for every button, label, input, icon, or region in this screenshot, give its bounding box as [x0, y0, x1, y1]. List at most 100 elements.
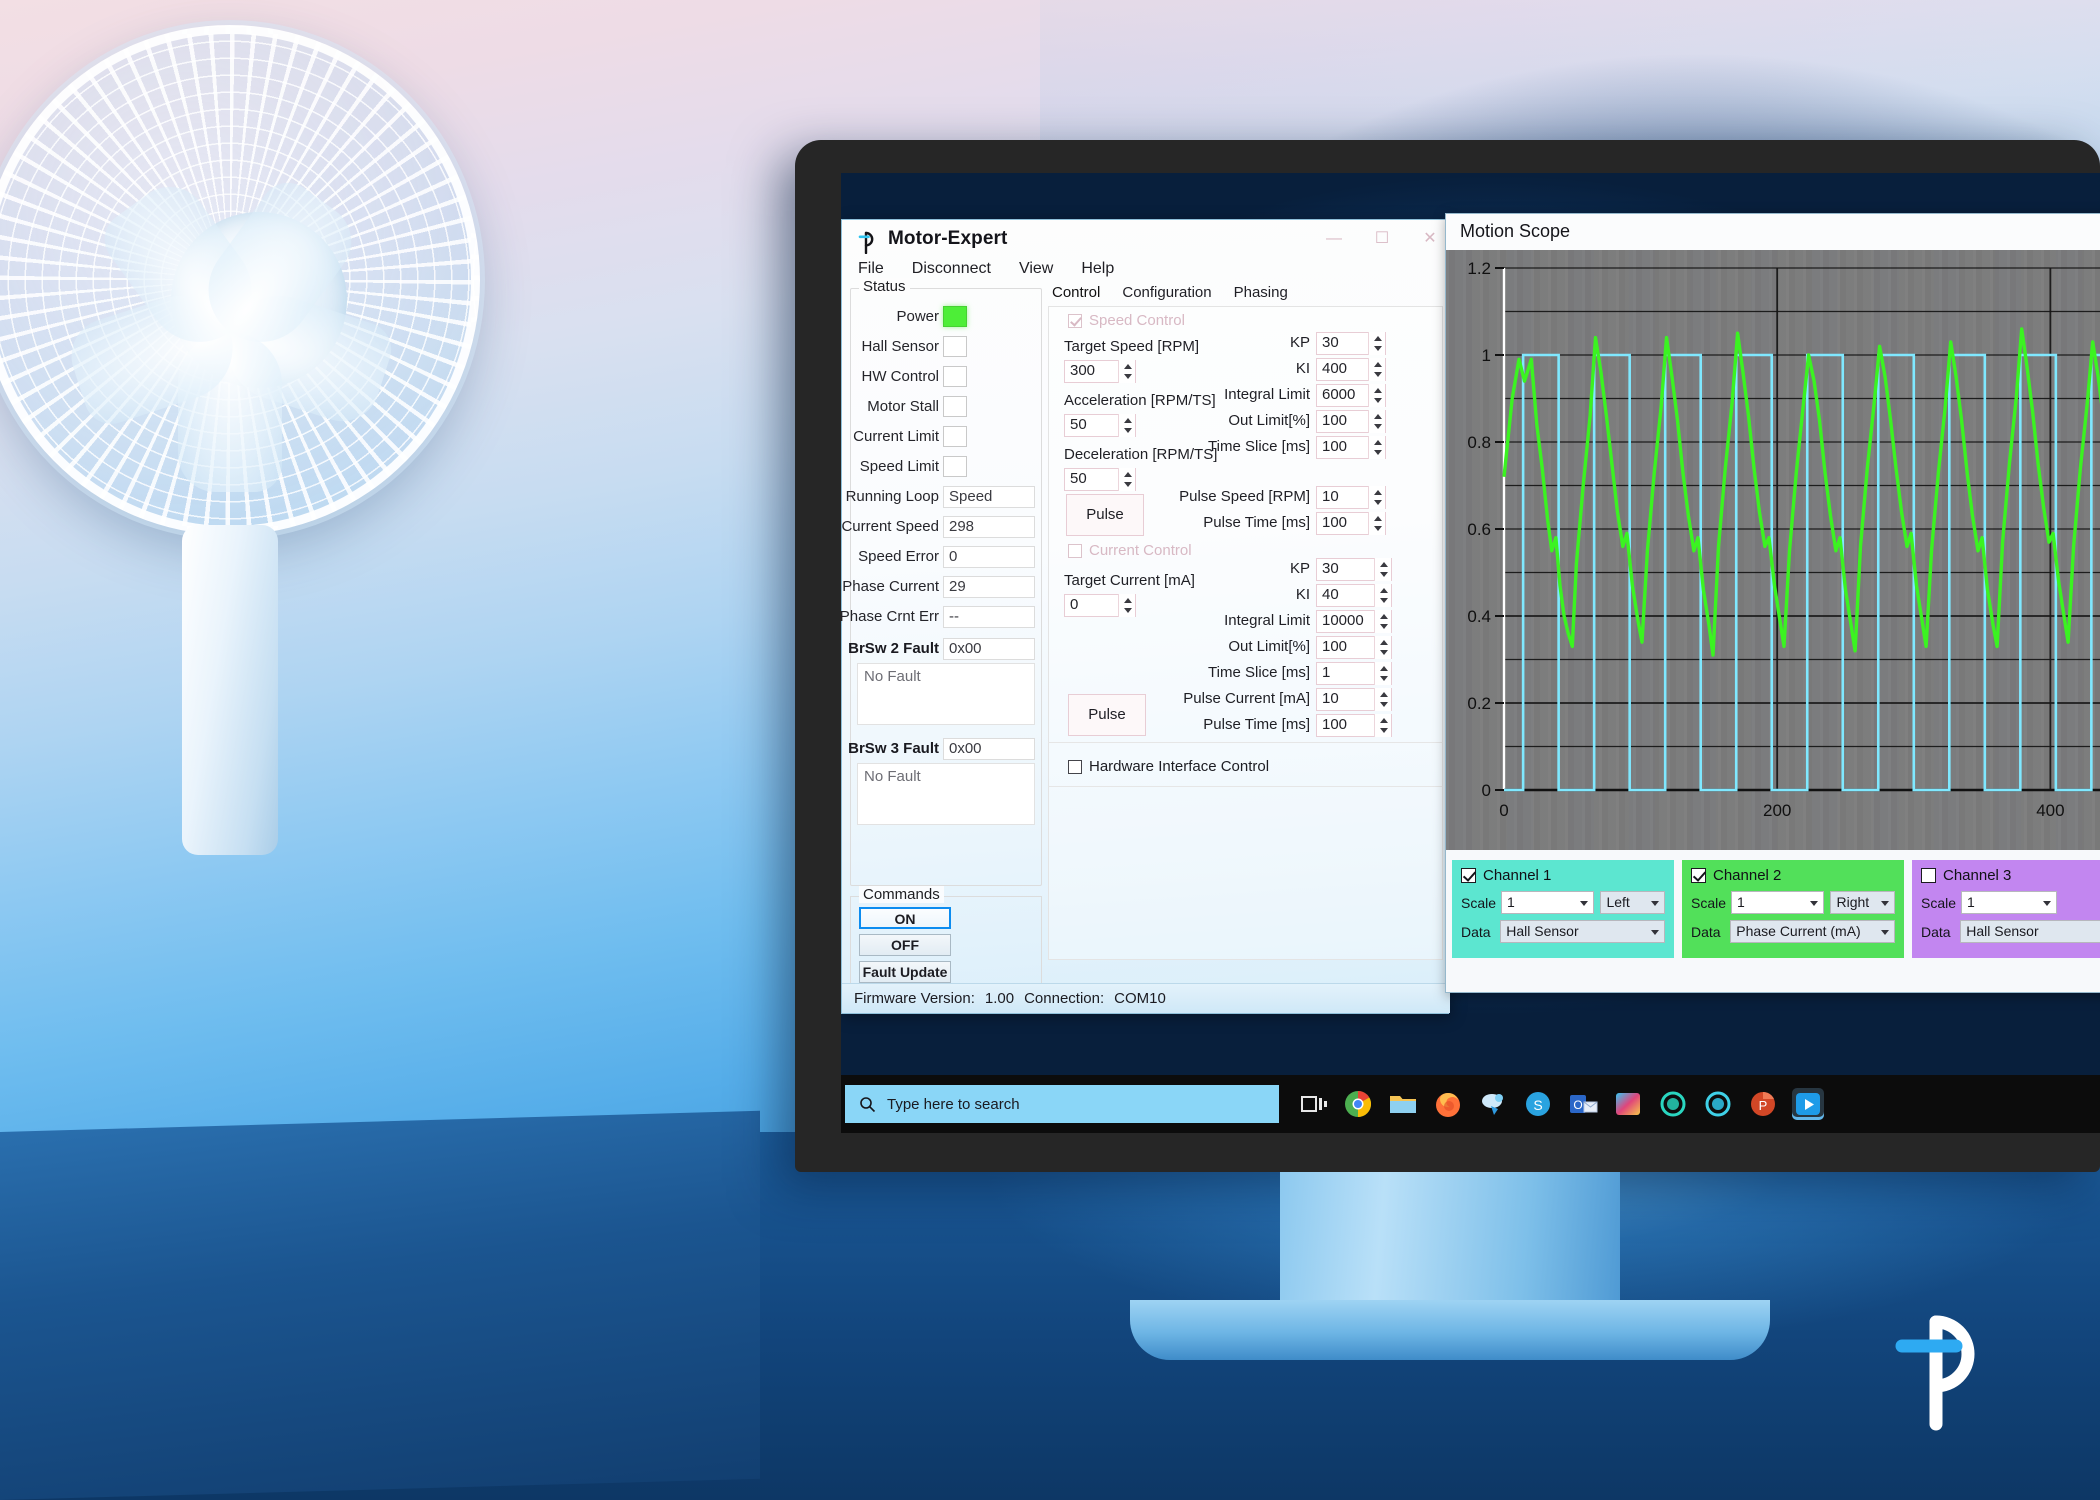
channel-3-data-select[interactable]: Hall Sensor — [1960, 920, 2100, 943]
pulse-time-current-input[interactable]: 100 — [1316, 714, 1392, 737]
motion-scope-window: Motion Scope 0 0.2 0.4 0.6 0.8 1 1.2 0 200 400 — [1445, 213, 2100, 993]
file-explorer-icon[interactable] — [1387, 1088, 1419, 1120]
deceleration-input[interactable]: 50 — [1064, 468, 1136, 491]
current-integral-limit-input[interactable]: 10000 — [1316, 610, 1392, 633]
menu-item-disconnect[interactable]: Disconnect — [912, 260, 991, 278]
photos-icon[interactable] — [1612, 1088, 1644, 1120]
spinner-arrows-icon[interactable] — [1374, 610, 1391, 633]
monitor-screen: Motor-Expert — ☐ ✕ File Disconnect View … — [841, 173, 2100, 1133]
spinner-arrows-icon[interactable] — [1368, 384, 1385, 407]
tab-control[interactable]: Control — [1052, 284, 1100, 301]
maximize-button[interactable]: ☐ — [1360, 226, 1404, 252]
status-label: Phase Current — [842, 578, 939, 595]
spinner-arrows-icon[interactable] — [1368, 410, 1385, 433]
channel-2-axis-select[interactable]: Right — [1830, 891, 1895, 914]
menu-item-view[interactable]: View — [1019, 260, 1053, 278]
channel-3-header[interactable]: Channel 3 — [1921, 867, 2100, 884]
teams-circle-icon[interactable] — [1657, 1088, 1689, 1120]
skype-icon[interactable]: S — [1522, 1088, 1554, 1120]
hardware-interface-control-checkbox[interactable]: Hardware Interface Control — [1068, 758, 1269, 775]
current-pulse-button[interactable]: Pulse — [1068, 694, 1146, 736]
search-input[interactable]: Type here to search — [845, 1085, 1279, 1123]
status-label: Speed Error — [858, 548, 939, 565]
minimize-button[interactable]: — — [1312, 226, 1356, 252]
channel-2-data-select[interactable]: Phase Current (mA) — [1730, 920, 1895, 943]
acceleration-input[interactable]: 50 — [1064, 414, 1136, 437]
fault-update-button[interactable]: Fault Update — [859, 961, 951, 983]
spinner-arrows-icon[interactable] — [1374, 662, 1391, 685]
spinner-arrows-icon[interactable] — [1374, 636, 1391, 659]
spinner-arrows-icon[interactable] — [1374, 714, 1391, 737]
teams-circle-2-icon[interactable] — [1702, 1088, 1734, 1120]
speed-ki-input[interactable]: 400 — [1316, 358, 1386, 381]
current-ki-input[interactable]: 40 — [1316, 584, 1392, 607]
fan-cage — [0, 25, 480, 535]
speed-time-slice-input[interactable]: 100 — [1316, 436, 1386, 459]
pulse-time-speed-input[interactable]: 100 — [1316, 512, 1386, 535]
target-speed-input[interactable]: 300 — [1064, 360, 1136, 383]
svg-text:0.6: 0.6 — [1467, 520, 1491, 539]
spinner-arrows-icon[interactable] — [1118, 594, 1135, 617]
channel-2-header[interactable]: Channel 2 — [1691, 867, 1895, 884]
connection-value: COM10 — [1114, 990, 1166, 1007]
spinner-arrows-icon[interactable] — [1368, 486, 1385, 509]
media-player-icon[interactable] — [1792, 1088, 1824, 1120]
channel-1-checkbox[interactable] — [1461, 868, 1476, 883]
channel-2-checkbox[interactable] — [1691, 868, 1706, 883]
status-value-running-loop: Speed — [943, 486, 1035, 508]
task-view-icon[interactable] — [1297, 1088, 1329, 1120]
pulse-current-input[interactable]: 10 — [1316, 688, 1392, 711]
channel-1-header[interactable]: Channel 1 — [1461, 867, 1665, 884]
speed-kp-input[interactable]: 30 — [1316, 332, 1386, 355]
on-button[interactable]: ON — [859, 907, 951, 929]
spinner-arrows-icon[interactable] — [1374, 558, 1391, 581]
paint-3d-icon[interactable] — [1477, 1088, 1509, 1120]
speed-integral-limit-input[interactable]: 6000 — [1316, 384, 1386, 407]
fault-row-brsw3: BrSw 3 Fault 0x00 — [848, 737, 1043, 761]
channel-1-axis-select[interactable]: Left — [1600, 891, 1665, 914]
menu-item-help[interactable]: Help — [1081, 260, 1114, 278]
tab-configuration[interactable]: Configuration — [1122, 284, 1211, 301]
pulse-current-value: 10 — [1322, 690, 1339, 707]
current-time-slice-input[interactable]: 1 — [1316, 662, 1392, 685]
current-control-checkbox[interactable]: Current Control — [1068, 542, 1192, 559]
channel-2-scale-select[interactable]: 1 — [1731, 891, 1825, 914]
spinner-arrows-icon[interactable] — [1368, 512, 1385, 535]
spinner-arrows-icon[interactable] — [1368, 358, 1385, 381]
menu-item-file[interactable]: File — [858, 260, 884, 278]
target-current-input[interactable]: 0 — [1064, 594, 1136, 617]
spinner-arrows-icon[interactable] — [1368, 436, 1385, 459]
svg-text:0.8: 0.8 — [1467, 433, 1491, 452]
spinner-arrows-icon[interactable] — [1374, 688, 1391, 711]
spinner-arrows-icon[interactable] — [1368, 332, 1385, 355]
spinner-arrows-icon[interactable] — [1118, 468, 1135, 491]
current-kp-label: KP — [1289, 560, 1310, 577]
current-ki-value: 40 — [1322, 586, 1339, 603]
status-led-current-limit — [943, 426, 967, 447]
speed-control-checkbox[interactable]: Speed Control — [1068, 312, 1185, 329]
channel-3-scale-select[interactable]: 1 — [1961, 891, 2057, 914]
current-out-limit-input[interactable]: 100 — [1316, 636, 1392, 659]
firefox-icon[interactable] — [1432, 1088, 1464, 1120]
channel-1-data-select[interactable]: Hall Sensor — [1500, 920, 1665, 943]
speed-pulse-button[interactable]: Pulse — [1066, 494, 1144, 536]
fault-code-brsw3: 0x00 — [943, 738, 1035, 760]
outlook-icon[interactable]: O — [1567, 1088, 1599, 1120]
channel-1-scale-select[interactable]: 1 — [1501, 891, 1595, 914]
speed-out-limit-input[interactable]: 100 — [1316, 410, 1386, 433]
spinner-arrows-icon[interactable] — [1118, 414, 1135, 437]
status-row-speed-limit: Speed Limit — [851, 455, 1043, 479]
status-group: Status Power Hall Sensor HW Control Moto… — [841, 278, 1043, 886]
current-kp-input[interactable]: 30 — [1316, 558, 1392, 581]
chrome-icon[interactable] — [1342, 1088, 1374, 1120]
tab-phasing[interactable]: Phasing — [1234, 284, 1288, 301]
channel-3-checkbox[interactable] — [1921, 868, 1936, 883]
fault-row-brsw2: BrSw 2 Fault 0x00 — [848, 637, 1043, 661]
powerpoint-icon[interactable]: P — [1747, 1088, 1779, 1120]
svg-text:O: O — [1573, 1098, 1582, 1112]
spinner-arrows-icon[interactable] — [1118, 360, 1135, 383]
pulse-speed-input[interactable]: 10 — [1316, 486, 1386, 509]
current-out-limit-label: Out Limit[%] — [1228, 638, 1310, 655]
spinner-arrows-icon[interactable] — [1374, 584, 1391, 607]
off-button[interactable]: OFF — [859, 934, 951, 956]
